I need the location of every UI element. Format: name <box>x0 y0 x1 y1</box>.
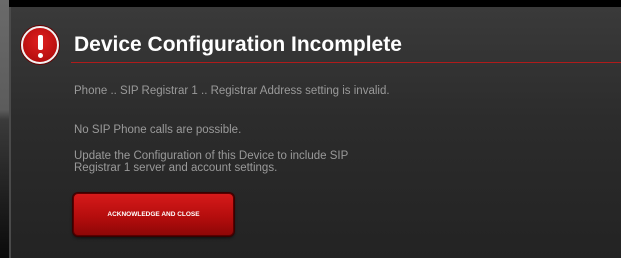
dialog-title-bar: Device Configuration Incomplete <box>11 7 621 67</box>
message-registrar-invalid: Phone .. SIP Registrar 1 .. Registrar Ad… <box>74 85 390 97</box>
message-no-calls: No SIP Phone calls are possible. <box>74 124 242 136</box>
acknowledge-and-close-button[interactable]: ACKNOWLEDGE AND CLOSE <box>73 193 234 236</box>
message-update-configuration: Update the Configuration of this Device … <box>74 150 349 174</box>
background-window-edge <box>0 0 9 258</box>
alert-exclamation-icon <box>21 26 59 64</box>
configuration-alert-dialog: Device Configuration Incomplete Phone ..… <box>9 7 621 258</box>
acknowledge-and-close-label: ACKNOWLEDGE AND CLOSE <box>107 211 200 218</box>
title-divider <box>71 62 621 63</box>
dialog-title: Device Configuration Incomplete <box>74 33 402 56</box>
